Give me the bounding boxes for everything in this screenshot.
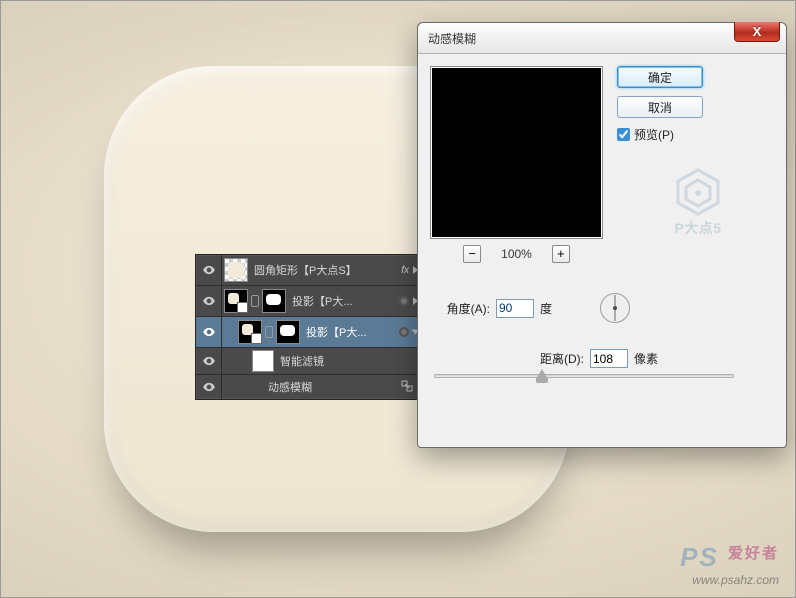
- layer-name: 圆角矩形【P大点S】: [250, 262, 397, 278]
- smart-filters-row[interactable]: 智能滤镜: [196, 348, 421, 375]
- visibility-toggle[interactable]: [196, 255, 222, 285]
- dialog-title: 动感模糊: [428, 30, 476, 47]
- fx-badge[interactable]: fx: [397, 265, 413, 276]
- filter-indicator-icon: [399, 296, 409, 306]
- preview-text: 预览(P): [634, 126, 674, 143]
- angle-unit: 度: [540, 300, 570, 317]
- distance-unit: 像素: [634, 350, 664, 367]
- watermark-footer: PS 爱好者 www.psahz.com: [680, 542, 779, 587]
- layer-row-shadow-2[interactable]: 投影【P大...: [196, 317, 421, 348]
- distance-input[interactable]: [590, 349, 628, 368]
- close-button[interactable]: X: [734, 22, 780, 42]
- distance-label: 距离(D):: [540, 350, 584, 367]
- ok-button[interactable]: 确定: [617, 66, 703, 88]
- preview-checkbox[interactable]: [617, 128, 630, 141]
- layer-thumbnail: [238, 320, 262, 344]
- cancel-button[interactable]: 取消: [617, 96, 703, 118]
- visibility-toggle[interactable]: [196, 286, 222, 316]
- angle-label: 角度(A):: [434, 300, 490, 317]
- mask-thumbnail: [262, 289, 286, 313]
- layers-panel: 圆角矩形【P大点S】 fx 投影【P大... 投影【P大... 智能滤镜: [195, 254, 422, 400]
- zoom-out-button[interactable]: −: [463, 245, 481, 263]
- visibility-toggle[interactable]: [196, 317, 222, 347]
- distance-slider[interactable]: [434, 374, 734, 378]
- filter-edit-icon[interactable]: [399, 378, 417, 396]
- link-icon[interactable]: [265, 326, 273, 338]
- layer-row-shape[interactable]: 圆角矩形【P大点S】 fx: [196, 255, 421, 286]
- visibility-toggle[interactable]: [196, 348, 222, 374]
- close-icon: X: [753, 24, 762, 39]
- link-icon[interactable]: [251, 295, 259, 307]
- preview-checkbox-label[interactable]: 预览(P): [617, 126, 703, 143]
- filter-name: 动感模糊: [264, 379, 399, 395]
- filter-item-row[interactable]: 动感模糊: [196, 375, 421, 399]
- zoom-level: 100%: [501, 247, 532, 261]
- distance-row: 距离(D): 像素: [434, 349, 770, 368]
- angle-input[interactable]: [496, 299, 534, 318]
- visibility-toggle[interactable]: [196, 375, 222, 399]
- motion-blur-dialog: 动感模糊 X − 100% + 确定 取消 预览(P) 角度(A): 度: [417, 22, 787, 448]
- filter-mask-thumbnail: [252, 350, 274, 372]
- mask-thumbnail: [276, 320, 300, 344]
- filter-indicator-icon: [399, 327, 409, 337]
- preview-area[interactable]: [430, 66, 603, 239]
- layer-thumbnail: [224, 258, 248, 282]
- zoom-in-button[interactable]: +: [552, 245, 570, 263]
- layer-name: 投影【P大...: [302, 324, 397, 340]
- dialog-titlebar[interactable]: 动感模糊 X: [418, 23, 786, 54]
- layer-thumbnail: [224, 289, 248, 313]
- angle-dial[interactable]: [600, 293, 630, 323]
- smart-filters-label: 智能滤镜: [276, 353, 421, 369]
- layer-row-shadow-1[interactable]: 投影【P大...: [196, 286, 421, 317]
- angle-row: 角度(A): 度: [434, 293, 770, 323]
- layer-name: 投影【P大...: [288, 293, 397, 309]
